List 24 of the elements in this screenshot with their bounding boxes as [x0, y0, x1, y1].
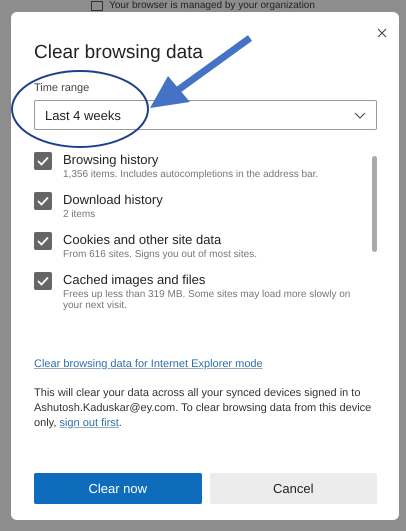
scrollbar-thumb[interactable] — [372, 156, 377, 252]
dialog-title: Clear browsing data — [34, 42, 203, 64]
close-button[interactable] — [375, 26, 389, 40]
option-title: Cached images and files — [63, 272, 206, 287]
managed-banner-text: Your browser is managed by your organization — [109, 0, 315, 12]
checkbox[interactable] — [34, 152, 52, 170]
sign-out-link[interactable]: sign out first — [59, 417, 119, 429]
option-description: From 616 sites. Signs you out of most sites. — [63, 249, 257, 260]
option-title: Cookies and other site data — [63, 232, 222, 247]
ie-mode-link[interactable]: Clear browsing data for Internet Explorer mode — [34, 358, 263, 370]
option-description: Frees up less than 319 MB. Some sites may load more slowly on your next visit. — [63, 289, 352, 311]
sync-notice: This will clear your data across all your synced devices signed in to Ashutosh.Kaduskar@ey.com. To clear browsing data from this device only, sign out first. — [34, 386, 372, 431]
option-description: 2 items — [63, 209, 96, 220]
option-description: 1,356 items. Includes autocompletions in the address bar. — [63, 169, 318, 180]
checkbox[interactable] — [34, 232, 52, 250]
cancel-button[interactable]: Cancel — [210, 473, 377, 504]
time-range-dropdown[interactable]: Last 4 weeks — [34, 100, 377, 130]
clear-now-button[interactable]: Clear now — [34, 473, 202, 504]
option-title: Browsing history — [63, 152, 160, 167]
chevron-down-icon — [354, 112, 366, 118]
checkbox[interactable] — [34, 192, 52, 210]
checkbox[interactable] — [34, 272, 52, 290]
time-range-label: Time range — [34, 82, 90, 94]
option-title: Download history — [63, 192, 163, 207]
